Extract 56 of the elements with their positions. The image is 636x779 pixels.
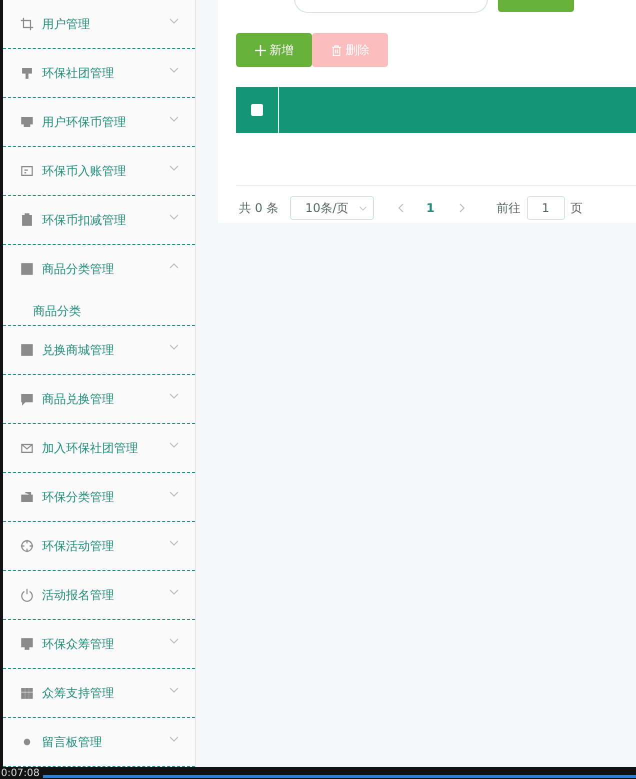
goto-label: 前往 <box>496 200 521 216</box>
menu-item[interactable]: 环保币扣减管理 <box>3 196 195 244</box>
chevron-down-icon <box>169 442 179 448</box>
mail-icon <box>20 441 34 455</box>
menu-item[interactable]: 商品分类管理 <box>3 245 195 293</box>
chevron-down-icon <box>169 116 179 122</box>
trash-icon <box>330 44 342 56</box>
menu-item[interactable]: 活动报名管理 <box>3 571 195 619</box>
crosshair-icon <box>20 539 34 553</box>
grid-icon <box>20 686 34 700</box>
menu-item[interactable]: 加入环保社团管理 <box>3 424 195 472</box>
chevron-down-icon <box>169 540 179 546</box>
chevron-down-icon <box>169 589 179 595</box>
page-input[interactable]: 1 <box>526 196 565 220</box>
page-unit: 页 <box>570 200 583 216</box>
page-size-select[interactable]: 10条/页 <box>290 196 374 220</box>
chevron-down-icon <box>169 736 179 742</box>
chevron-down-icon <box>169 687 179 693</box>
crop-icon <box>20 17 34 31</box>
chevron-down-icon <box>169 393 179 399</box>
menu-item[interactable]: 商品兑换管理 <box>3 375 195 423</box>
chat-icon <box>20 392 34 406</box>
chevron-up-icon <box>169 263 179 269</box>
next-page-icon[interactable] <box>458 203 465 213</box>
menu-item[interactable]: 众筹支持管理 <box>3 669 195 717</box>
chevron-down-icon <box>169 18 179 24</box>
menu-item[interactable]: 环保活动管理 <box>3 522 195 570</box>
clipboard-icon <box>20 213 34 227</box>
signpost-icon <box>20 66 34 80</box>
chevron-down-icon <box>359 206 368 210</box>
card-icon <box>20 164 34 178</box>
monitor-icon <box>20 637 34 651</box>
submenu-item[interactable]: 商品分类 <box>3 293 101 325</box>
total-count: 共 0 条 <box>239 200 278 216</box>
menu-item[interactable]: 环保币入账管理 <box>3 147 195 195</box>
menu-item[interactable]: 留言板管理 <box>3 718 195 766</box>
chevron-down-icon <box>169 165 179 171</box>
add-button[interactable]: 新增 <box>236 33 312 67</box>
chevron-down-icon <box>169 638 179 644</box>
plus-icon <box>254 44 266 56</box>
chevron-down-icon <box>169 214 179 220</box>
menu-item[interactable]: 兑换商城管理 <box>3 326 195 374</box>
menu-item[interactable]: 环保众筹管理 <box>3 620 195 668</box>
chevron-down-icon <box>169 344 179 350</box>
menu-item[interactable]: 环保社团管理 <box>3 49 195 97</box>
page-number[interactable]: 1 <box>426 201 435 215</box>
playback-time: 0:07:08 <box>0 768 41 779</box>
select-all-checkbox[interactable] <box>251 104 263 116</box>
menu-item[interactable]: 用户环保币管理 <box>3 98 195 146</box>
menu-item[interactable]: 环保分类管理 <box>3 473 195 521</box>
chevron-down-icon <box>169 67 179 73</box>
progress-bar[interactable] <box>42 775 636 778</box>
chevron-down-icon <box>169 491 179 497</box>
menu-item[interactable]: 用户管理 <box>3 0 195 48</box>
power-icon <box>20 588 34 602</box>
previous-page-icon[interactable] <box>398 203 404 213</box>
